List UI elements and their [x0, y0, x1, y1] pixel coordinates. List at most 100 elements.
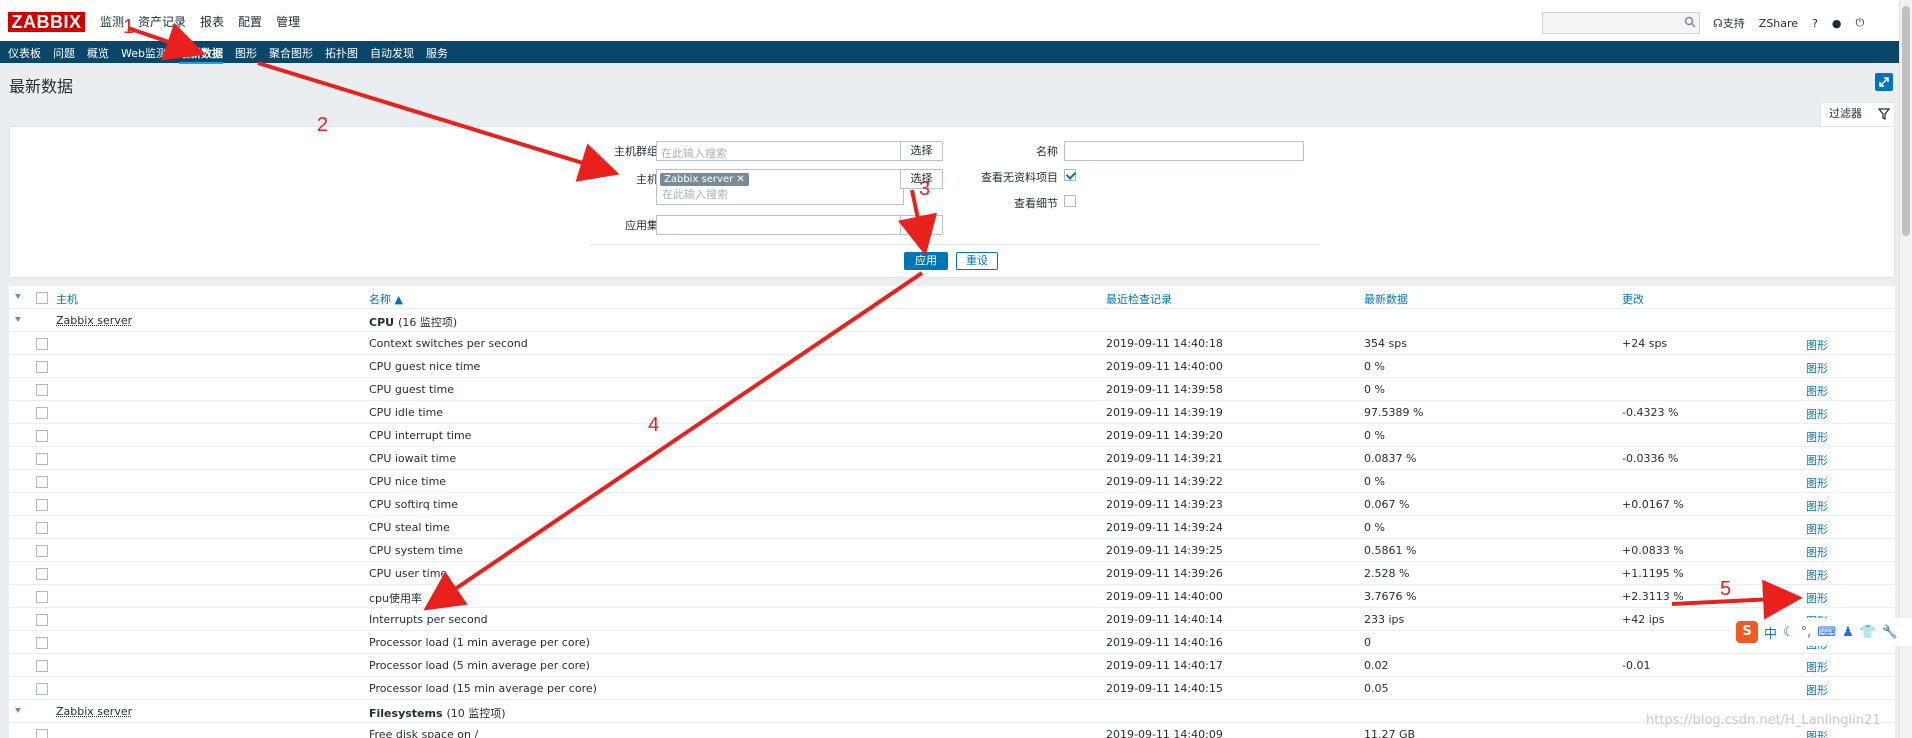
- tab-latest-data[interactable]: 最新数据: [178, 45, 223, 64]
- value-change: +0.0833 %: [1622, 544, 1684, 557]
- graph-link[interactable]: 图形: [1806, 728, 1828, 738]
- graph-link[interactable]: 图形: [1806, 406, 1828, 422]
- graph-link[interactable]: 图形: [1806, 659, 1828, 675]
- filter-icon: [1878, 108, 1890, 120]
- row-checkbox[interactable]: [36, 499, 48, 511]
- menu-monitoring[interactable]: 监测: [100, 13, 124, 30]
- graph-link[interactable]: 图形: [1806, 590, 1828, 606]
- punctuation-icon[interactable]: °,: [1801, 625, 1812, 640]
- tab-screens[interactable]: 聚合图形: [269, 45, 313, 64]
- zabbix-logo[interactable]: ZABBIX: [8, 12, 85, 32]
- row-checkbox[interactable]: [36, 729, 48, 738]
- filter-tab[interactable]: 过滤器: [1820, 102, 1895, 126]
- sub-navigation: 仪表板 问题 概览 Web监测 最新数据 图形 聚合图形 拓扑图 自动发现 服务: [0, 41, 1912, 64]
- row-checkbox[interactable]: [36, 338, 48, 350]
- column-header-host[interactable]: 主机: [56, 291, 78, 307]
- row-checkbox[interactable]: [36, 361, 48, 373]
- fullscreen-button[interactable]: [1875, 73, 1893, 91]
- tab-problems[interactable]: 问题: [53, 45, 75, 64]
- row-checkbox[interactable]: [36, 453, 48, 465]
- last-check-time: 2019-09-11 14:39:26: [1106, 567, 1223, 580]
- column-header-last-check[interactable]: 最近检查记录: [1106, 291, 1172, 307]
- group-row: Zabbix server Filesystems (10 监控项): [9, 700, 1895, 723]
- last-check-time: 2019-09-11 14:39:25: [1106, 544, 1223, 557]
- search-icon[interactable]: [1684, 16, 1696, 28]
- tab-maps[interactable]: 拓扑图: [325, 45, 358, 64]
- graph-link[interactable]: 图形: [1806, 429, 1828, 445]
- graph-link[interactable]: 图形: [1806, 452, 1828, 468]
- row-checkbox[interactable]: [36, 637, 48, 649]
- host-label: 主机: [636, 173, 658, 186]
- logout-icon[interactable]: ⏻: [1856, 16, 1865, 30]
- group-host[interactable]: Zabbix server: [56, 314, 132, 327]
- tab-discovery[interactable]: 自动发现: [370, 45, 414, 64]
- group-collapse-caret-icon[interactable]: [15, 317, 21, 322]
- tab-graphs[interactable]: 图形: [235, 45, 257, 64]
- graph-link[interactable]: 图形: [1806, 337, 1828, 353]
- row-checkbox[interactable]: [36, 614, 48, 626]
- tab-overview[interactable]: 概览: [87, 45, 109, 64]
- apply-button[interactable]: 应用: [904, 252, 948, 270]
- keyboard-icon[interactable]: ⌨: [1817, 625, 1836, 640]
- wrench-icon[interactable]: 🔧: [1882, 625, 1898, 640]
- graph-link[interactable]: 图形: [1806, 360, 1828, 376]
- application-input[interactable]: [656, 215, 904, 235]
- menu-inventory[interactable]: 资产记录: [138, 13, 186, 30]
- application-label: 应用集: [625, 219, 658, 232]
- row-checkbox[interactable]: [36, 545, 48, 557]
- graph-link[interactable]: 图形: [1806, 682, 1828, 698]
- graph-link[interactable]: 图形: [1806, 498, 1828, 514]
- share-link[interactable]: ZShare: [1759, 17, 1798, 30]
- shirt-icon[interactable]: 👕: [1860, 625, 1876, 640]
- global-search-input[interactable]: [1542, 12, 1700, 34]
- column-header-name[interactable]: 名称 ▲: [369, 291, 403, 307]
- row-checkbox[interactable]: [36, 568, 48, 580]
- row-checkbox[interactable]: [36, 407, 48, 419]
- tab-web-monitoring[interactable]: Web监测: [121, 45, 167, 64]
- menu-administration[interactable]: 管理: [276, 13, 300, 30]
- collapse-all-caret-icon[interactable]: [15, 294, 21, 299]
- show-details-checkbox[interactable]: [1064, 195, 1076, 207]
- select-all-checkbox[interactable]: [36, 292, 48, 304]
- support-link[interactable]: ☊支持: [1713, 15, 1745, 31]
- show-no-data-checkbox[interactable]: [1064, 169, 1076, 181]
- row-checkbox[interactable]: [36, 591, 48, 603]
- ime-toolbar[interactable]: S 中 ☾ °, ⌨ ♟ 👕 🔧: [1732, 618, 1912, 646]
- host-group-select-button[interactable]: 选择: [900, 141, 943, 161]
- group-host[interactable]: Zabbix server: [56, 705, 132, 718]
- scroll-thumb[interactable]: [1902, 6, 1910, 236]
- graph-link[interactable]: 图形: [1806, 475, 1828, 491]
- host-input[interactable]: Zabbix server ✕ 在此输入搜索: [656, 169, 904, 205]
- row-checkbox[interactable]: [36, 384, 48, 396]
- remove-tag-icon[interactable]: ✕: [736, 174, 744, 185]
- group-collapse-caret-icon[interactable]: [15, 708, 21, 713]
- host-group-input[interactable]: 在此输入搜索: [656, 141, 904, 161]
- table-row: Interrupts per second 2019-09-11 14:40:14…: [9, 608, 1895, 631]
- moon-icon[interactable]: ☾: [1783, 625, 1795, 640]
- user-profile-icon[interactable]: ●: [1832, 17, 1842, 30]
- graph-link[interactable]: 图形: [1806, 567, 1828, 583]
- graph-link[interactable]: 图形: [1806, 383, 1828, 399]
- user-icon[interactable]: ♟: [1842, 625, 1854, 640]
- menu-reports[interactable]: 报表: [200, 13, 224, 30]
- row-checkbox[interactable]: [36, 683, 48, 695]
- tab-services[interactable]: 服务: [426, 45, 448, 64]
- graph-link[interactable]: 图形: [1806, 521, 1828, 537]
- tab-dashboard[interactable]: 仪表板: [8, 45, 41, 64]
- menu-configuration[interactable]: 配置: [238, 13, 262, 30]
- last-value: 2.528 %: [1364, 567, 1410, 580]
- reset-button[interactable]: 重设: [956, 252, 998, 270]
- row-checkbox[interactable]: [36, 476, 48, 488]
- last-check-time: 2019-09-11 14:39:20: [1106, 429, 1223, 442]
- last-check-time: 2019-09-11 14:39:23: [1106, 498, 1223, 511]
- graph-link[interactable]: 图形: [1806, 544, 1828, 560]
- help-link[interactable]: ?: [1812, 17, 1818, 30]
- name-input[interactable]: [1064, 141, 1304, 161]
- row-checkbox[interactable]: [36, 430, 48, 442]
- item-name: CPU nice time: [369, 475, 447, 488]
- application-select-button[interactable]: 选择: [900, 215, 943, 235]
- row-checkbox[interactable]: [36, 522, 48, 534]
- row-checkbox[interactable]: [36, 660, 48, 672]
- table-row: Processor load (15 min average per core)…: [9, 677, 1895, 700]
- ime-mode-label: 中: [1764, 626, 1778, 642]
